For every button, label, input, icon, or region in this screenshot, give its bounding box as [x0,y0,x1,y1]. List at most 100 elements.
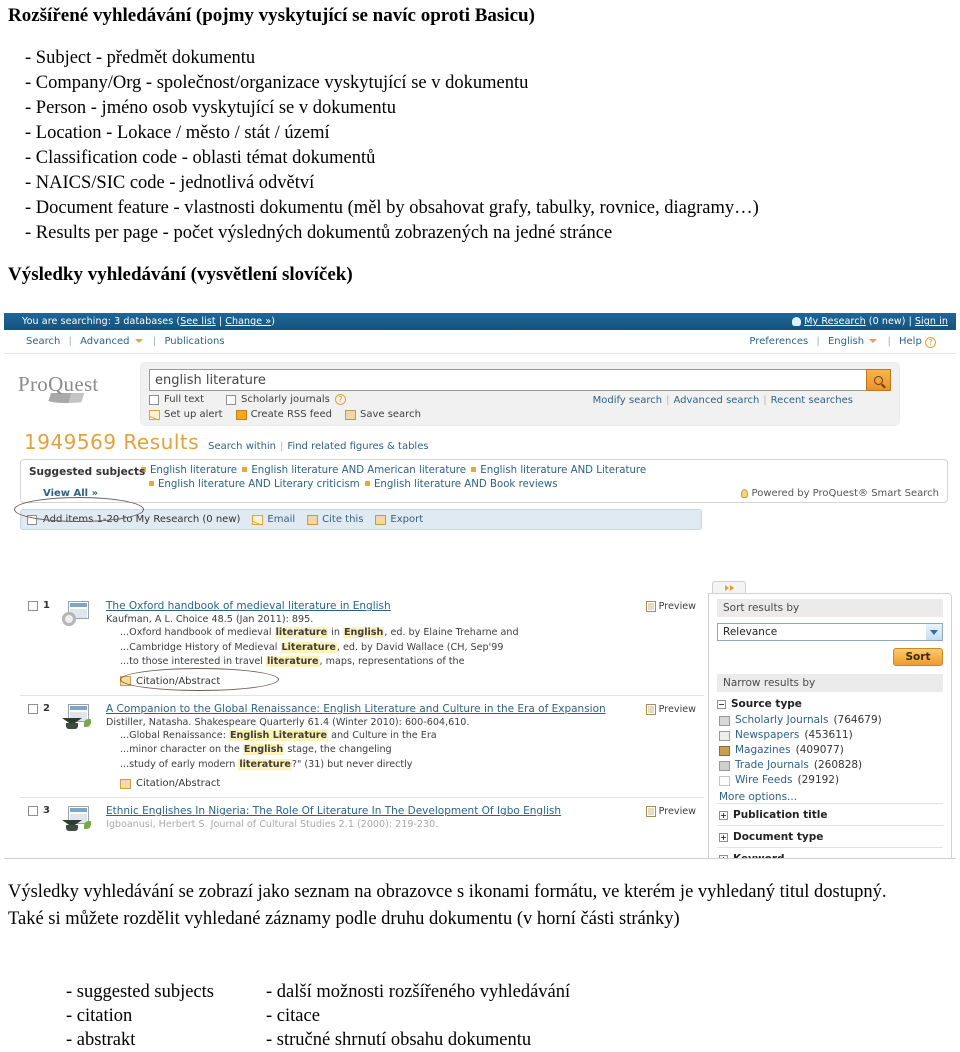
preferences-link[interactable]: Preferences [749,336,808,347]
sort-button[interactable]: Sort [893,648,943,666]
result-title-link[interactable]: A Companion to the Global Renaissance: E… [106,703,700,716]
suggested-term[interactable]: English literature AND Book reviews [374,479,558,490]
tab-publications[interactable]: Publications [164,336,224,347]
result-number: 3 [43,805,50,816]
view-all-link[interactable]: View All » [43,488,98,499]
full-text-checkbox[interactable] [149,394,159,405]
suggested-term[interactable]: English literature AND American literatu… [251,465,466,476]
preview-label: Preview [658,601,696,612]
sign-in-link[interactable]: Sign in [915,313,948,330]
plus-icon[interactable] [719,810,728,820]
export-icon [375,514,387,525]
modify-search-link[interactable]: Modify search [593,395,663,406]
section-title: Výsledky vyhledávání (vysvětlení slovíče… [8,264,353,285]
minus-icon[interactable] [717,699,726,709]
save-search-action[interactable]: Save search [344,409,421,420]
facet-count: (764679) [833,714,882,726]
export-action[interactable]: Export [375,514,423,525]
set-up-alert-action[interactable]: Set up alert [149,409,223,420]
section-heading-results: Výsledky vyhledávání (vysvětlení slovíče… [8,262,353,288]
facet-newspapers[interactable]: Newspapers (453611) [717,728,943,743]
search-submit-button[interactable] [866,369,891,391]
sidebar-panel: Sort results by Relevance Sort Narrow re… [708,593,952,859]
result-checkbox[interactable] [28,703,38,714]
leaf-shape [84,718,91,727]
see-list-link[interactable]: See list [180,316,216,327]
results-list: 1 The Oxford handbook of medieval litera… [20,593,704,839]
facet-trade-journals[interactable]: Trade Journals (260828) [717,758,943,773]
cite-this-action[interactable]: Cite this [307,514,363,525]
search-input-row: english literature [149,369,891,391]
plus-icon[interactable] [719,832,728,842]
sort-select[interactable]: Relevance [717,623,943,641]
citation-abstract-link[interactable]: Citation/Abstract [120,676,700,687]
facet-scholarly-journals[interactable]: Scholarly Journals (764679) [717,713,943,728]
result-snippet: ...minor character on the English stage,… [120,744,392,755]
facet-group-keyword[interactable]: Keyword [717,847,943,859]
proquest-logo: ProQuest [18,372,128,403]
plus-icon[interactable] [719,854,728,858]
envelope-icon [252,514,264,525]
page-root: Rozšířené vyhledávání (pojmy vyskytující… [0,0,960,1052]
facet-label[interactable]: Magazines [735,743,791,758]
highlight: Literature [280,641,337,653]
glossary-term: - citation [66,1006,133,1026]
result-checkbox[interactable] [28,806,38,816]
facet-label[interactable]: Scholarly Journals [735,713,828,728]
results-header: 1949569 Results Search within | Find relat… [4,426,956,456]
search-within-link[interactable]: Search within [208,441,276,452]
email-action[interactable]: Email [252,514,295,525]
scholarly-journals-checkbox[interactable] [226,394,237,405]
question-mark-icon[interactable]: ? [334,394,346,405]
facet-label[interactable]: Newspapers [735,728,799,743]
table-row[interactable]: 3 Ethnic Englishes In Nigeria: The Role … [20,798,704,839]
facet-label[interactable]: Wire Feeds [735,773,792,788]
find-related-link[interactable]: Find related figures & tables [287,441,428,452]
search-icon [874,375,883,385]
preview-link[interactable]: Preview [645,703,696,715]
facet-wire-feeds[interactable]: Wire Feeds (29192) [717,773,943,788]
preview-link[interactable]: Preview [645,601,696,612]
preview-link[interactable]: Preview [645,806,696,817]
list-item: - Person - jméno osob vyskytující se v d… [25,98,396,118]
results-header-links: Search within | Find related figures & tab… [208,441,428,452]
citation-abstract-link[interactable]: Citation/Abstract [120,778,700,789]
tab-search[interactable]: Search [26,336,60,347]
result-title-link[interactable]: Ethnic Englishes In Nigeria: The Role Of… [106,805,700,818]
help-link[interactable]: Help [899,336,922,347]
result-checkbox[interactable] [28,601,38,611]
question-mark-icon[interactable]: ? [925,336,936,348]
table-row[interactable]: 1 The Oxford handbook of medieval litera… [20,593,704,696]
change-databases-link[interactable]: Change » [225,316,271,327]
facet-group-document-type[interactable]: Document type [717,825,943,847]
sidebar-collapse-toggle[interactable] [712,581,746,593]
advanced-search-link[interactable]: Advanced search [674,395,760,406]
language-selector[interactable]: English [828,336,864,347]
facet-label[interactable]: Trade Journals [735,758,809,773]
scholarly-cap-icon [62,703,91,729]
tab-advanced[interactable]: Advanced [80,336,129,347]
facet-group-publication-title[interactable]: Publication title [717,803,943,825]
results-action-toolbar: Add items 1-20 to My Research (0 new) Em… [20,509,702,530]
suggested-term[interactable]: English literature AND Literary criticis… [158,479,360,490]
result-format-icon-cell [62,703,106,790]
search-input[interactable]: english literature [149,369,866,391]
chevron-down-icon[interactable] [134,339,143,343]
search-action-links: Modify search | Advanced search | Recent sea… [593,395,853,406]
my-research-link[interactable]: My Research [804,313,866,330]
select-all-checkbox[interactable] [27,514,37,525]
topbar-pipe: | [215,316,226,327]
table-row[interactable]: 2 A Companion to the Global Renaissance:… [20,696,704,798]
recent-searches-link[interactable]: Recent searches [771,395,853,406]
facet-magazines[interactable]: Magazines (409077) [717,743,943,758]
suggested-term[interactable]: English literature AND Literature [480,465,646,476]
nav-divider: | [152,336,157,347]
result-title-link[interactable]: The Oxford handbook of medieval literatu… [106,600,700,613]
chevron-down-icon[interactable] [869,338,878,343]
facet-group-source-type[interactable]: Source type [717,698,943,710]
magazine-icon [719,745,730,756]
create-rss-action[interactable]: Create RSS feed [235,409,332,420]
more-options-link[interactable]: More options... [719,791,943,803]
facet-group-label: Keyword [733,853,785,859]
suggested-term[interactable]: English literature [150,465,237,476]
